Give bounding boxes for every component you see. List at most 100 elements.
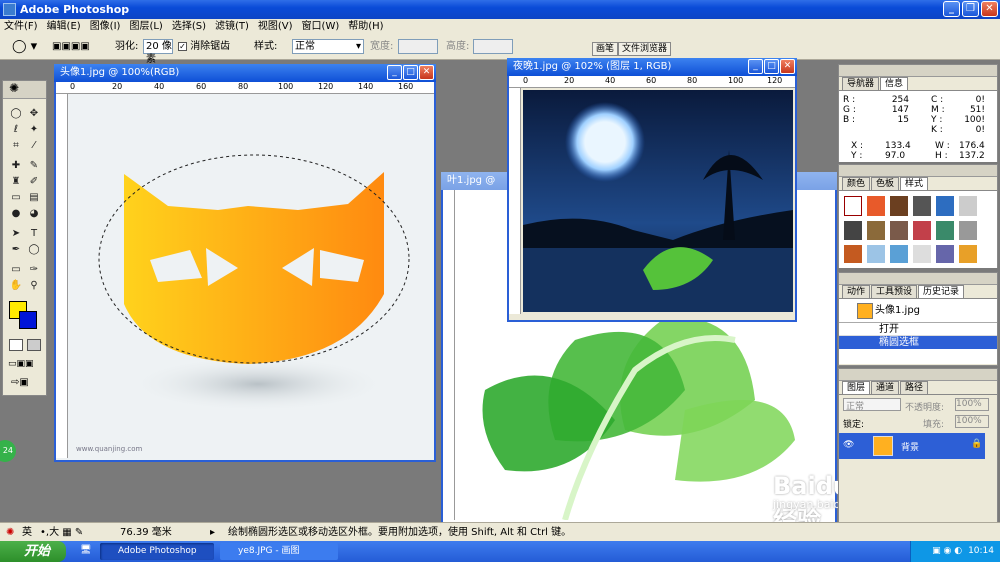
doc1-title-bar[interactable]: 头像1.jpg @ 100%(RGB) _ □ ✕ xyxy=(54,64,436,82)
lasso-tool-icon[interactable]: ℓ xyxy=(9,123,23,136)
crop-tool-icon[interactable]: ⌗ xyxy=(9,139,23,152)
antialias-checkbox[interactable]: ✓ xyxy=(178,41,187,51)
style-swatch[interactable] xyxy=(936,244,954,263)
style-swatch[interactable] xyxy=(959,196,977,217)
height-input[interactable] xyxy=(473,39,513,54)
type-tool-icon[interactable]: T xyxy=(27,227,41,240)
tab-info[interactable]: 信息 xyxy=(880,77,909,90)
menu-window[interactable]: 窗口(W) xyxy=(302,19,340,34)
jump-to-imageready-icon[interactable]: ⇨▣ xyxy=(11,377,29,388)
doc2-canvas[interactable] xyxy=(523,90,793,312)
history-step-selected[interactable]: 椭圆选框 xyxy=(839,336,997,349)
style-swatch[interactable] xyxy=(913,244,931,263)
feather-input[interactable]: 20 像素 xyxy=(143,39,173,65)
document-window-night[interactable]: 夜晚1.jpg @ 102% (图层 1, RGB) _ □ ✕ 0 20 40 6… xyxy=(507,58,797,322)
tab-paths[interactable]: 路径 xyxy=(900,381,929,394)
style-select[interactable]: 正常 ▾ xyxy=(292,39,364,54)
task-photoshop[interactable]: Adobe Photoshop xyxy=(100,543,214,560)
restore-button[interactable]: ❐ xyxy=(962,1,979,17)
menu-file[interactable]: 文件(F) xyxy=(4,19,38,34)
clock[interactable]: 10:14 xyxy=(968,546,994,556)
ime-lang[interactable]: 英 xyxy=(22,523,32,542)
menu-help[interactable]: 帮助(H) xyxy=(348,19,383,34)
pen-tool-icon[interactable]: ✒ xyxy=(9,243,23,256)
ellipse-marquee-icon[interactable]: ◯ ▾ xyxy=(12,40,37,54)
tab-channels[interactable]: 通道 xyxy=(871,381,900,394)
hand-tool-icon[interactable]: ✋ xyxy=(9,279,23,292)
eyedropper-icon[interactable]: ✑ xyxy=(27,263,41,276)
slice-tool-icon[interactable]: ⁄ xyxy=(27,139,41,152)
style-swatch[interactable] xyxy=(959,221,977,240)
background-color-swatch[interactable] xyxy=(19,311,37,329)
healing-brush-icon[interactable]: ✚ xyxy=(9,159,23,172)
menu-filter[interactable]: 滤镜(T) xyxy=(215,19,249,34)
tab-navigator[interactable]: 导航器 xyxy=(842,77,880,90)
style-swatch[interactable] xyxy=(890,244,908,263)
brush-tool-icon[interactable]: ✎ xyxy=(27,159,41,172)
width-input[interactable] xyxy=(398,39,438,54)
tab-layers[interactable]: 图层 xyxy=(842,381,871,394)
magic-wand-icon[interactable]: ✦ xyxy=(27,123,41,136)
style-swatch[interactable] xyxy=(936,196,954,217)
doc1-minimize-button[interactable]: _ xyxy=(387,65,402,80)
notes-tool-icon[interactable]: ▭ xyxy=(9,263,23,276)
opacity-input[interactable]: 100% xyxy=(955,398,989,411)
tray-icons[interactable]: ▣ ◉ ◐ xyxy=(932,546,962,556)
quickmask-mode-icon[interactable] xyxy=(27,339,41,351)
menu-view[interactable]: 视图(V) xyxy=(258,19,293,34)
blur-tool-icon[interactable]: ● xyxy=(9,207,23,220)
doc1-maximize-button[interactable]: □ xyxy=(403,65,418,80)
doc2-close-button[interactable]: ✕ xyxy=(780,59,795,74)
menu-image[interactable]: 图像(I) xyxy=(90,19,121,34)
style-swatch[interactable] xyxy=(867,221,885,240)
menu-layer[interactable]: 图层(L) xyxy=(129,19,162,34)
history-brush-icon[interactable]: ✐ xyxy=(27,175,41,188)
tab-actions[interactable]: 动作 xyxy=(842,285,871,298)
tab-styles[interactable]: 样式 xyxy=(900,177,929,190)
eye-icon[interactable]: 👁 xyxy=(843,440,854,450)
screen-mode-icons[interactable]: ▭▣▣ xyxy=(8,359,34,369)
tab-swatches[interactable]: 色板 xyxy=(871,177,900,190)
selection-mode-icons[interactable]: ▣▣▣▣ xyxy=(52,40,90,54)
minimize-button[interactable]: _ xyxy=(943,1,960,17)
history-snapshot[interactable]: 头像1.jpg xyxy=(839,299,997,323)
doc2-title-bar[interactable]: 夜晚1.jpg @ 102% (图层 1, RGB) _ □ ✕ xyxy=(507,58,797,76)
doc2-maximize-button[interactable]: □ xyxy=(764,59,779,74)
blend-mode-select[interactable]: 正常 xyxy=(843,398,901,412)
stamp-tool-icon[interactable]: ♜ xyxy=(9,175,23,188)
task-paint[interactable]: ye8.JPG - 画图 xyxy=(220,543,338,560)
style-swatch[interactable] xyxy=(867,244,885,263)
marquee-tool-icon[interactable]: ◯ xyxy=(9,107,23,120)
style-swatch[interactable] xyxy=(844,196,862,217)
gradient-tool-icon[interactable]: ▤ xyxy=(27,191,41,204)
tab-color[interactable]: 颜色 xyxy=(842,177,871,190)
shape-tool-icon[interactable]: ◯ xyxy=(27,243,41,256)
move-tool-icon[interactable]: ✥ xyxy=(27,107,41,120)
history-step[interactable]: 打开 xyxy=(839,323,997,336)
style-swatch[interactable] xyxy=(844,244,862,263)
close-button[interactable]: ✕ xyxy=(981,1,998,17)
quicklaunch-icon[interactable]: 🖥 xyxy=(80,545,91,555)
menu-select[interactable]: 选择(S) xyxy=(172,19,206,34)
doc2-minimize-button[interactable]: _ xyxy=(748,59,763,74)
doc1-close-button[interactable]: ✕ xyxy=(419,65,434,80)
style-swatch[interactable] xyxy=(890,221,908,240)
doc1-canvas[interactable] xyxy=(68,94,434,458)
tab-file-browser[interactable]: 文件浏览器 xyxy=(618,42,672,56)
start-button[interactable]: 开始 xyxy=(0,541,66,562)
tab-history[interactable]: 历史记录 xyxy=(918,285,965,298)
style-swatch[interactable] xyxy=(913,196,931,217)
eraser-tool-icon[interactable]: ▭ xyxy=(9,191,23,204)
ime-icon[interactable]: ✺ xyxy=(6,523,14,542)
zoom-tool-icon[interactable]: ⚲ xyxy=(27,279,41,292)
style-swatch[interactable] xyxy=(867,196,885,217)
style-swatch[interactable] xyxy=(913,221,931,240)
tab-brushes[interactable]: 画笔 xyxy=(592,42,619,56)
tab-tool-presets[interactable]: 工具预设 xyxy=(871,285,918,298)
style-swatch[interactable] xyxy=(936,221,954,240)
dodge-tool-icon[interactable]: ◕ xyxy=(27,207,41,220)
document-window-avatar[interactable]: 头像1.jpg @ 100%(RGB) _ □ ✕ 0 20 40 60 80 10… xyxy=(54,64,436,462)
path-select-icon[interactable]: ➤ xyxy=(9,227,23,240)
style-swatch[interactable] xyxy=(959,244,977,263)
fill-input[interactable]: 100% xyxy=(955,415,989,428)
